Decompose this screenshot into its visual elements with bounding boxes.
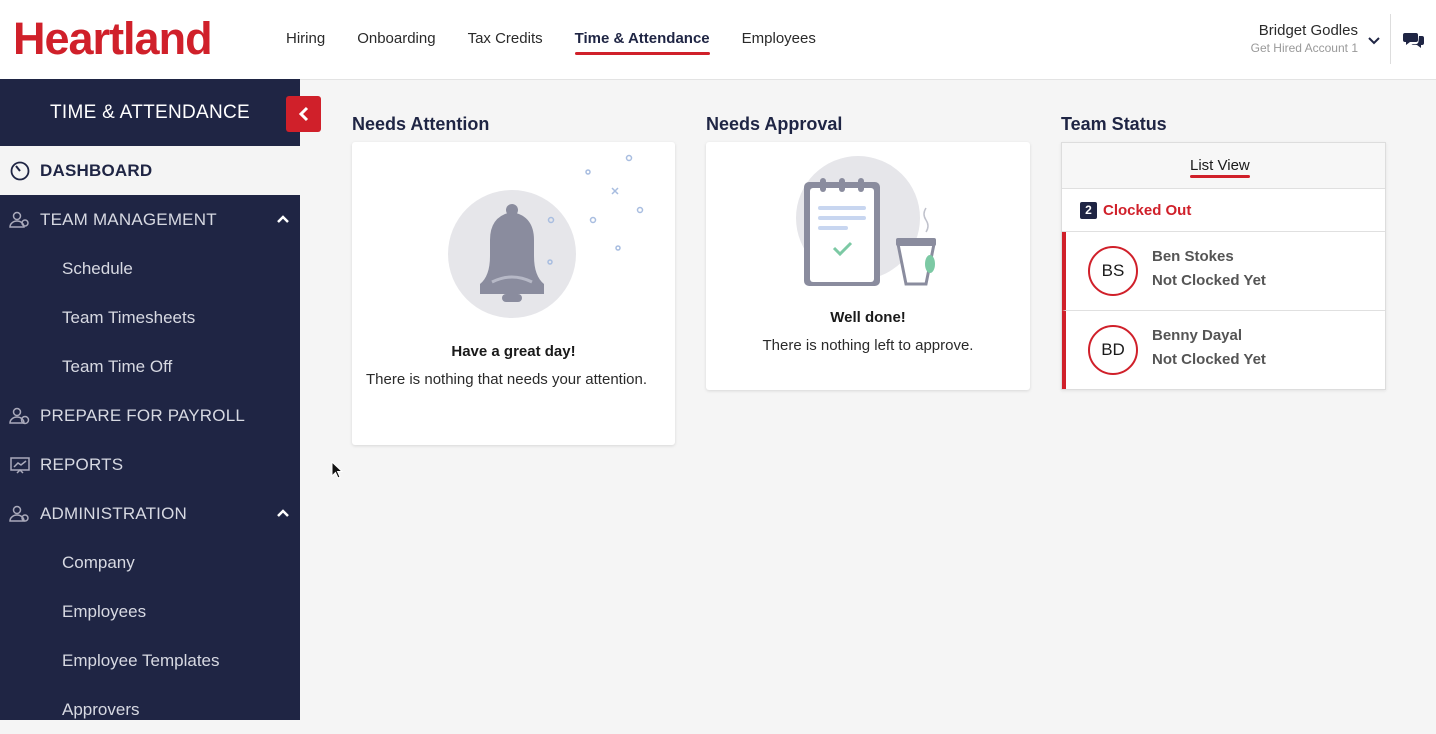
needs-attention-card: Have a great day! There is nothing that …: [352, 142, 675, 445]
heartland-logo[interactable]: Heartland: [13, 14, 213, 64]
user-account: Get Hired Account 1: [1250, 41, 1358, 55]
sidebar-item-label: PREPARE FOR PAYROLL: [40, 405, 246, 425]
user-menu[interactable]: Bridget Godles Get Hired Account 1: [1251, 22, 1358, 55]
needs-approval-title: Needs Approval: [706, 114, 843, 134]
sidebar-item-employee-templates[interactable]: Employee Templates: [0, 636, 300, 685]
sidebar-item-label: TEAM MANAGEMENT: [40, 209, 217, 229]
bell-illustration-icon: [448, 154, 644, 318]
admin-icon: [9, 505, 29, 522]
needs-attention-message-title: Have a great day!: [451, 343, 576, 360]
sidebar-item-team-management[interactable]: TEAM MANAGEMENT: [0, 195, 300, 244]
team-icon: [9, 211, 29, 228]
sidebar-item-reports[interactable]: REPORTS: [0, 440, 300, 489]
nav-onboarding[interactable]: Onboarding: [357, 30, 435, 55]
dashboard-gauge-icon: [10, 161, 30, 181]
chevron-down-icon[interactable]: [1366, 32, 1382, 48]
team-status-panel: List View 2 Clocked Out BS Ben Stokes No…: [1061, 142, 1386, 390]
needs-attention-message: There is nothing that needs your attenti…: [366, 371, 648, 388]
team-status-tabs: List View: [1062, 143, 1385, 189]
sidebar-item-label: DASHBOARD: [40, 160, 153, 180]
clocked-out-count-badge: 2: [1080, 201, 1097, 219]
clocked-out-group-header[interactable]: 2 Clocked Out: [1062, 189, 1385, 232]
sidebar-item-schedule[interactable]: Schedule: [0, 244, 300, 293]
nav-hiring[interactable]: Hiring: [286, 30, 325, 55]
sidebar-item-company[interactable]: Company: [0, 538, 300, 587]
sidebar-item-administration[interactable]: ADMINISTRATION: [0, 489, 300, 538]
top-navigation-bar: Heartland Hiring Onboarding Tax Credits …: [0, 0, 1436, 80]
team-member-name: Benny Dayal: [1152, 327, 1243, 344]
team-member-name: Ben Stokes: [1152, 248, 1234, 265]
chevron-up-icon[interactable]: [276, 507, 290, 519]
needs-attention-title: Needs Attention: [352, 114, 490, 134]
sidebar-item-label: REPORTS: [40, 454, 124, 474]
chevron-up-icon[interactable]: [276, 213, 290, 225]
main-nav: Hiring Onboarding Tax Credits Time & Att…: [286, 30, 848, 55]
nav-tax-credits[interactable]: Tax Credits: [468, 30, 543, 55]
avatar: BD: [1088, 325, 1138, 375]
sidebar-item-label: ADMINISTRATION: [40, 503, 187, 523]
team-member-status: Not Clocked Yet: [1152, 272, 1266, 289]
needs-approval-message: There is nothing left to approve.: [762, 337, 974, 354]
payroll-icon: [9, 407, 30, 425]
chat-icon[interactable]: [1403, 30, 1425, 50]
sidebar-item-team-time-off[interactable]: Team Time Off: [0, 342, 300, 391]
clocked-out-label: Clocked Out: [1103, 201, 1192, 219]
dashboard-main: Needs Attention Have a great day! There …: [300, 80, 1436, 720]
needs-approval-message-title: Well done!: [830, 309, 906, 326]
sidebar-item-team-timesheets[interactable]: Team Timesheets: [0, 293, 300, 342]
needs-approval-card: Well done! There is nothing left to appr…: [706, 142, 1030, 390]
team-member-row[interactable]: BS Ben Stokes Not Clocked Yet: [1062, 232, 1385, 311]
header-divider: [1390, 14, 1391, 64]
tab-list-view[interactable]: List View: [1190, 157, 1250, 178]
sidebar-header: TIME & ATTENDANCE: [0, 79, 321, 146]
sidebar: TIME & ATTENDANCE DASHBOARD TEAM MANAGEM…: [0, 79, 321, 720]
sidebar-title: TIME & ATTENDANCE: [49, 101, 251, 123]
user-name: Bridget Godles: [1258, 22, 1358, 39]
nav-time-attendance[interactable]: Time & Attendance: [574, 30, 710, 55]
reports-icon: [10, 457, 30, 474]
mouse-cursor-icon: [331, 461, 343, 479]
avatar: BS: [1088, 246, 1138, 296]
team-member-status: Not Clocked Yet: [1152, 351, 1266, 368]
team-member-row[interactable]: BD Benny Dayal Not Clocked Yet: [1062, 311, 1385, 389]
sidebar-item-dashboard[interactable]: DASHBOARD: [0, 146, 300, 195]
nav-employees[interactable]: Employees: [742, 30, 816, 55]
sidebar-item-approvers[interactable]: Approvers: [0, 685, 300, 734]
sidebar-item-prepare-for-payroll[interactable]: PREPARE FOR PAYROLL: [0, 391, 300, 440]
team-status-title: Team Status: [1061, 114, 1167, 134]
clipboard-coffee-illustration-icon: [796, 156, 936, 286]
sidebar-item-employees[interactable]: Employees: [0, 587, 300, 636]
